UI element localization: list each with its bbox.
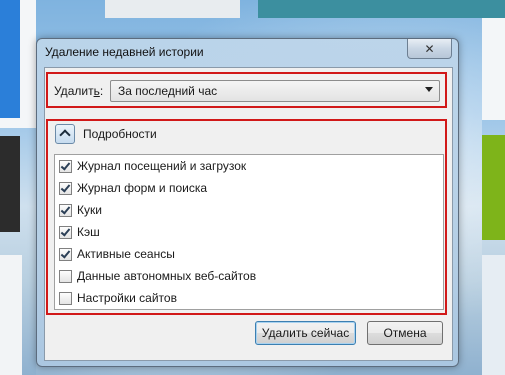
background-tile	[482, 255, 505, 375]
background-tile	[0, 255, 22, 375]
background-tile	[0, 136, 20, 232]
item-label: Журнал форм и поиска	[77, 181, 208, 195]
title-bar[interactable]: Удаление недавней истории ✕	[37, 39, 458, 65]
background-tile	[258, 0, 505, 18]
background-tile	[105, 0, 240, 18]
item-label: Кэш	[77, 225, 100, 239]
history-items-list: Журнал посещений и загрузок Журнал форм …	[54, 154, 444, 310]
background-tile	[482, 0, 505, 120]
checkmark-icon	[60, 204, 71, 215]
checkmark-icon	[60, 226, 71, 237]
dropdown-arrow-icon	[425, 87, 433, 92]
item-label: Журнал посещений и загрузок	[77, 159, 247, 173]
delete-now-button[interactable]: Удалить сейчас	[255, 321, 356, 345]
details-toggle-button[interactable]	[55, 124, 75, 144]
time-range-value: За последний час	[118, 84, 218, 98]
checkbox[interactable]	[59, 292, 72, 305]
item-label: Куки	[77, 203, 102, 217]
details-label: Подробности	[83, 127, 157, 141]
time-range-select[interactable]: За последний час	[110, 80, 440, 102]
clear-history-dialog: Удаление недавней истории ✕ Удалить: За …	[36, 38, 459, 367]
checkbox[interactable]	[59, 182, 72, 195]
item-label: Настройки сайтов	[77, 291, 177, 305]
time-range-label: Удалить:	[54, 84, 104, 98]
close-button[interactable]: ✕	[407, 39, 452, 59]
checkmark-icon	[60, 160, 71, 171]
cancel-button[interactable]: Отмена	[367, 321, 443, 345]
background-tile	[0, 0, 20, 118]
checkmark-icon	[60, 182, 71, 193]
background-tile	[482, 135, 505, 240]
checkbox[interactable]	[59, 204, 72, 217]
checkbox[interactable]	[59, 248, 72, 261]
checkbox[interactable]	[59, 226, 72, 239]
checkmark-icon	[60, 248, 71, 259]
checkbox[interactable]	[59, 270, 72, 283]
item-label: Активные сеансы	[77, 247, 175, 261]
checkbox[interactable]	[59, 160, 72, 173]
window-title: Удаление недавней истории	[45, 45, 204, 59]
chevron-up-icon	[59, 129, 71, 141]
item-label: Данные автономных веб-сайтов	[77, 269, 257, 283]
close-icon: ✕	[424, 41, 435, 56]
